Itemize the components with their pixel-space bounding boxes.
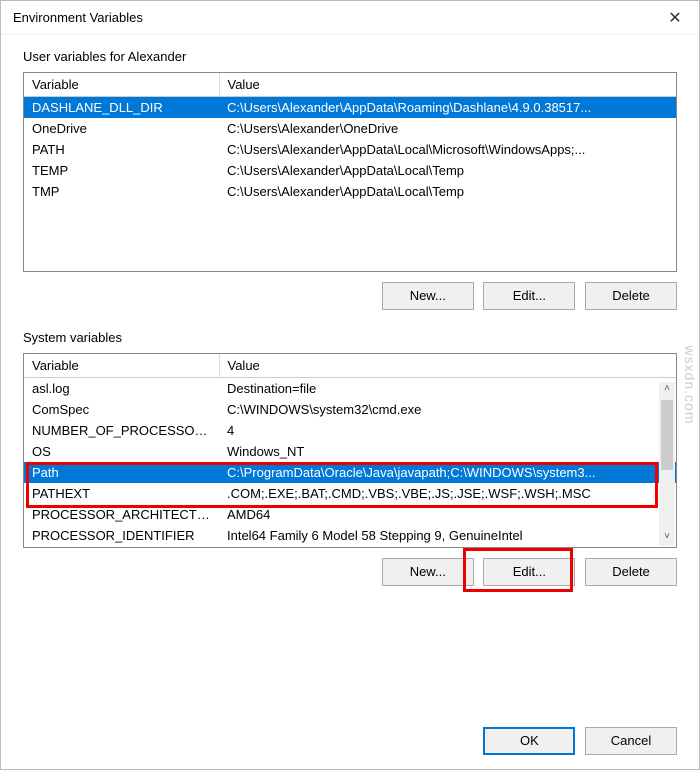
system-variables-label: System variables (23, 330, 677, 345)
system-cell-variable: asl.log (24, 378, 219, 400)
user-col-variable[interactable]: Variable (24, 73, 219, 97)
system-buttons-row: New... Edit... Delete (23, 548, 677, 586)
user-row[interactable]: DASHLANE_DLL_DIRC:\Users\Alexander\AppDa… (24, 97, 676, 119)
user-buttons-row: New... Edit... Delete (23, 272, 677, 310)
system-cell-variable: PROCESSOR_ARCHITECTU... (24, 504, 219, 525)
dialog-content: User variables for Alexander Variable Va… (1, 35, 699, 719)
sys-col-variable[interactable]: Variable (24, 354, 219, 378)
scroll-down-icon[interactable]: ˅ (659, 530, 675, 546)
user-cell-value: C:\Users\Alexander\OneDrive (219, 118, 676, 139)
user-delete-button[interactable]: Delete (585, 282, 677, 310)
user-row[interactable]: TEMPC:\Users\Alexander\AppData\Local\Tem… (24, 160, 676, 181)
user-cell-value: C:\Users\Alexander\AppData\Local\Temp (219, 160, 676, 181)
system-row[interactable]: NUMBER_OF_PROCESSORS4 (24, 420, 676, 441)
scroll-thumb[interactable] (661, 400, 673, 470)
user-variables-table[interactable]: Variable Value DASHLANE_DLL_DIRC:\Users\… (24, 73, 676, 202)
sys-col-value[interactable]: Value (219, 354, 676, 378)
scroll-up-icon[interactable]: ˄ (659, 382, 675, 398)
system-delete-button[interactable]: Delete (585, 558, 677, 586)
user-cell-variable: OneDrive (24, 118, 219, 139)
system-new-button[interactable]: New... (382, 558, 474, 586)
system-row[interactable]: PathC:\ProgramData\Oracle\Java\javapath;… (24, 462, 676, 483)
cancel-button[interactable]: Cancel (585, 727, 677, 755)
system-variables-table-wrap: Variable Value asl.logDestination=fileCo… (23, 353, 677, 548)
system-cell-value: C:\ProgramData\Oracle\Java\javapath;C:\W… (219, 462, 676, 483)
user-row[interactable]: PATHC:\Users\Alexander\AppData\Local\Mic… (24, 139, 676, 160)
user-row[interactable]: TMPC:\Users\Alexander\AppData\Local\Temp (24, 181, 676, 202)
user-cell-variable: TMP (24, 181, 219, 202)
close-icon[interactable]: ✕ (653, 2, 697, 34)
user-cell-variable: PATH (24, 139, 219, 160)
user-cell-value: C:\Users\Alexander\AppData\Local\Microso… (219, 139, 676, 160)
dialog-buttons-row: OK Cancel (1, 719, 699, 769)
system-cell-variable: NUMBER_OF_PROCESSORS (24, 420, 219, 441)
user-new-button[interactable]: New... (382, 282, 474, 310)
system-cell-value: C:\WINDOWS\system32\cmd.exe (219, 399, 676, 420)
user-cell-variable: TEMP (24, 160, 219, 181)
system-cell-value: Intel64 Family 6 Model 58 Stepping 9, Ge… (219, 525, 676, 546)
user-variables-label: User variables for Alexander (23, 49, 677, 64)
system-cell-value: .COM;.EXE;.BAT;.CMD;.VBS;.VBE;.JS;.JSE;.… (219, 483, 676, 504)
environment-variables-dialog: Environment Variables ✕ User variables f… (0, 0, 700, 770)
user-cell-value: C:\Users\Alexander\AppData\Roaming\Dashl… (219, 97, 676, 119)
titlebar: Environment Variables ✕ (1, 1, 699, 35)
user-row[interactable]: OneDriveC:\Users\Alexander\OneDrive (24, 118, 676, 139)
user-variables-group: User variables for Alexander Variable Va… (23, 49, 677, 310)
system-variables-group: System variables Variable Value asl.logD… (23, 330, 677, 586)
user-edit-button[interactable]: Edit... (483, 282, 575, 310)
user-cell-value: C:\Users\Alexander\AppData\Local\Temp (219, 181, 676, 202)
system-row[interactable]: ComSpecC:\WINDOWS\system32\cmd.exe (24, 399, 676, 420)
system-cell-variable: Path (24, 462, 219, 483)
system-row[interactable]: PROCESSOR_IDENTIFIERIntel64 Family 6 Mod… (24, 525, 676, 546)
system-edit-button[interactable]: Edit... (483, 558, 575, 586)
system-row[interactable]: PATHEXT.COM;.EXE;.BAT;.CMD;.VBS;.VBE;.JS… (24, 483, 676, 504)
system-cell-value: Destination=file (219, 378, 676, 400)
system-row[interactable]: PROCESSOR_ARCHITECTU...AMD64 (24, 504, 676, 525)
user-variables-table-wrap: Variable Value DASHLANE_DLL_DIRC:\Users\… (23, 72, 677, 272)
system-cell-value: AMD64 (219, 504, 676, 525)
system-cell-value: Windows_NT (219, 441, 676, 462)
system-cell-variable: ComSpec (24, 399, 219, 420)
system-cell-value: 4 (219, 420, 676, 441)
window-title: Environment Variables (13, 10, 143, 25)
system-row[interactable]: OSWindows_NT (24, 441, 676, 462)
system-variables-table[interactable]: Variable Value asl.logDestination=fileCo… (24, 354, 676, 546)
system-cell-variable: PATHEXT (24, 483, 219, 504)
user-col-value[interactable]: Value (219, 73, 676, 97)
system-scrollbar[interactable]: ˄ ˅ (659, 382, 675, 546)
ok-button[interactable]: OK (483, 727, 575, 755)
system-row[interactable]: asl.logDestination=file (24, 378, 676, 400)
system-cell-variable: OS (24, 441, 219, 462)
user-cell-variable: DASHLANE_DLL_DIR (24, 97, 219, 119)
system-cell-variable: PROCESSOR_IDENTIFIER (24, 525, 219, 546)
